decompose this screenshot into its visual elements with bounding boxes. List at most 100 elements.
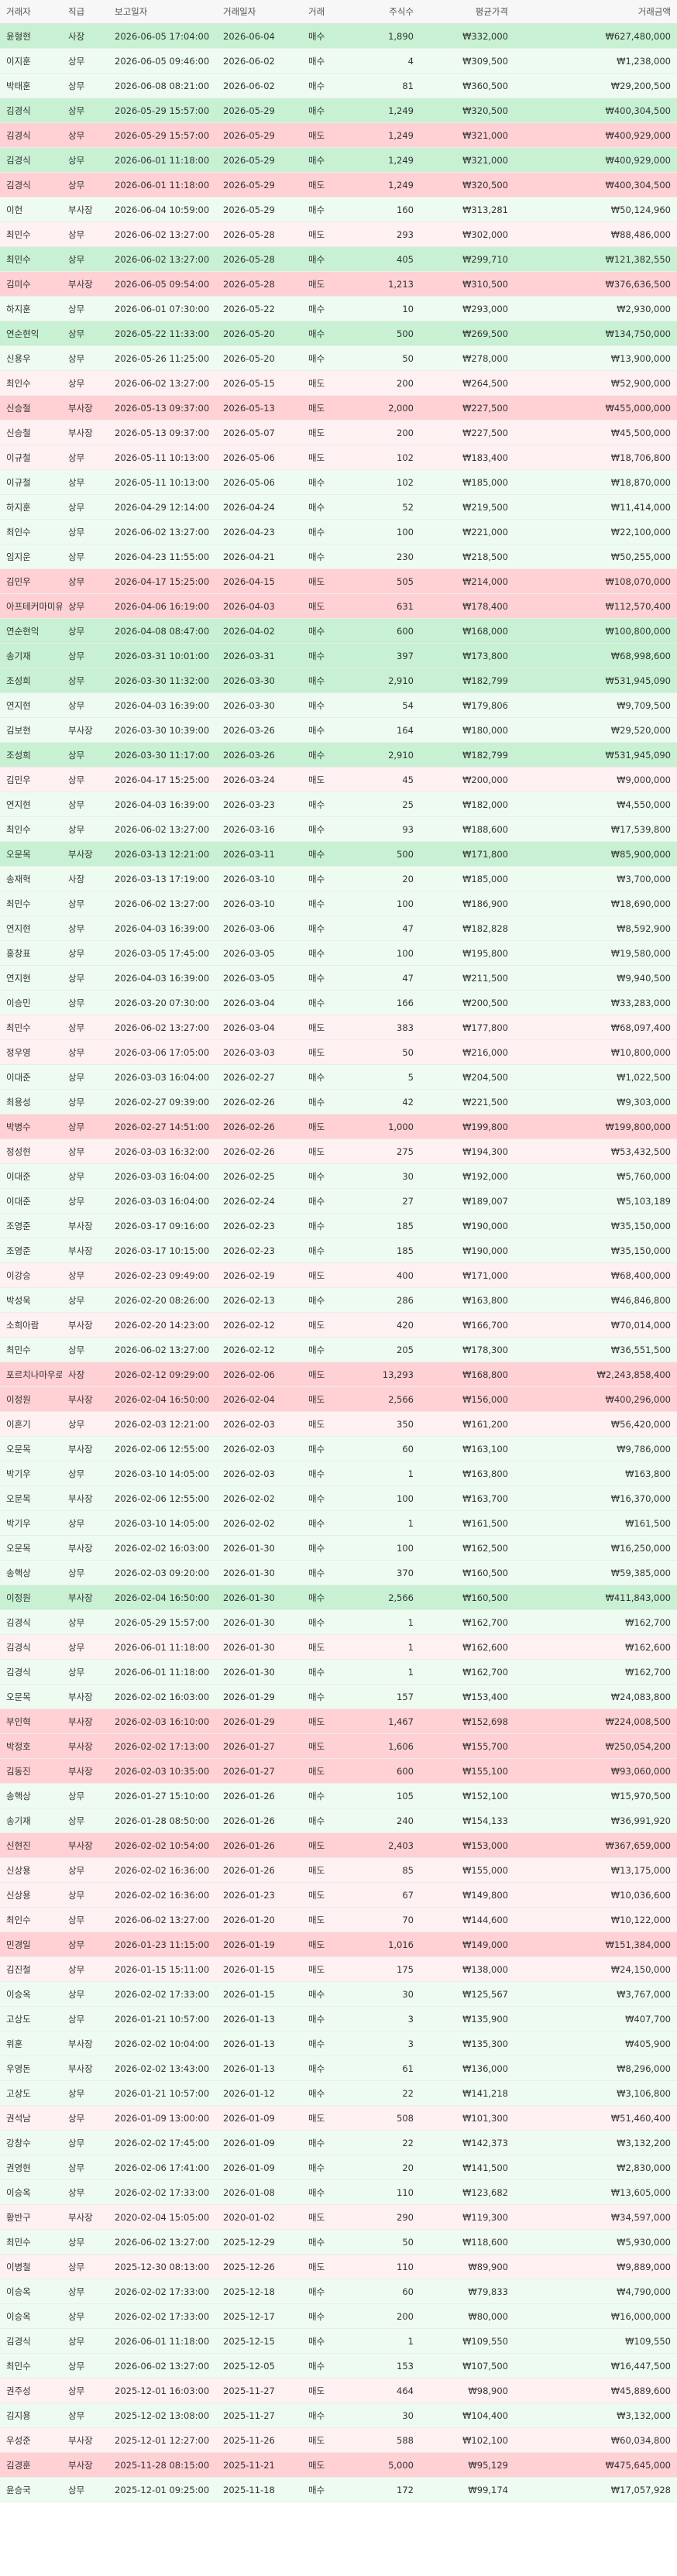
table-row[interactable]: 최인수 상무 2026-06-02 13:27:00 2026-04-23 매수 100 ₩…	[0, 519, 677, 544]
table-row[interactable]: 권주성 상무 2025-12-01 16:03:00 2025-11-27 매도 464 ₩…	[0, 2378, 677, 2403]
header-avg-price[interactable]: 평균가격	[420, 0, 514, 24]
table-row[interactable]: 이승옥 상무 2026-02-02 17:33:00 2026-01-15 매수 30 ₩1…	[0, 1981, 677, 2007]
table-row[interactable]: 김경식 상무 2026-05-29 15:57:00 2026-05-29 매도 1,24…	[0, 122, 677, 148]
table-row[interactable]: 정성현 상무 2026-03-03 16:32:00 2026-02-26 매도 275 ₩…	[0, 1139, 677, 1164]
table-row[interactable]: 신현진 부사장 2026-02-02 10:54:00 2026-01-26 매도 2,4…	[0, 1832, 677, 1858]
table-row[interactable]: 조영준 부사장 2026-03-17 09:16:00 2026-02-23 매수 185…	[0, 1213, 677, 1238]
table-row[interactable]: 위훈 부사장 2026-02-02 10:04:00 2026-01-13 매수 3 ₩13…	[0, 2031, 677, 2056]
table-row[interactable]: 박성욱 상무 2026-02-20 08:26:00 2026-02-13 매수 286 ₩…	[0, 1287, 677, 1313]
table-row[interactable]: 권석남 상무 2026-01-09 13:00:00 2026-01-09 매도 508 ₩…	[0, 2105, 677, 2131]
table-row[interactable]: 부인혁 부사장 2026-02-03 16:10:00 2026-01-29 매도 1,4…	[0, 1709, 677, 1734]
table-row[interactable]: 김보현 부사장 2026-03-30 10:39:00 2026-03-26 매수 164…	[0, 717, 677, 743]
table-row[interactable]: 고상도 상무 2026-01-21 10:57:00 2026-01-13 매수 3 ₩13…	[0, 2006, 677, 2032]
table-row[interactable]: 윤승국 상무 2025-12-01 09:25:00 2025-11-18 매수 172 ₩…	[0, 2477, 677, 2502]
table-row[interactable]: 최민수 상무 2026-06-02 13:27:00 2026-03-04 매도 383 ₩…	[0, 1015, 677, 1040]
table-row[interactable]: 이정원 부사장 2026-02-04 16:50:00 2026-02-04 매도 2,5…	[0, 1386, 677, 1412]
table-row[interactable]: 송핵상 상무 2026-02-03 09:20:00 2026-01-30 매수 370 ₩…	[0, 1560, 677, 1585]
table-row[interactable]: 소희아람 부사장 2026-02-20 14:23:00 2026-02-12 매도 42…	[0, 1312, 677, 1338]
table-row[interactable]: 최민수 상무 2026-06-02 13:27:00 2026-05-28 매수 405 ₩…	[0, 246, 677, 272]
header-amount[interactable]: 거래금액	[514, 0, 677, 24]
header-trade-date[interactable]: 거래일자	[217, 0, 302, 24]
table-row[interactable]: 신용우 상무 2026-05-26 11:25:00 2026-05-20 매수 50 ₩2…	[0, 345, 677, 371]
table-row[interactable]: 이헌 부사장 2026-06-04 10:59:00 2026-05-29 매수 160 ₩…	[0, 197, 677, 222]
table-row[interactable]: 연지현 상무 2026-04-03 16:39:00 2026-03-06 매수 47 ₩1…	[0, 915, 677, 941]
table-row[interactable]: 신상용 상무 2026-02-02 16:36:00 2026-01-23 매도 67 ₩1…	[0, 1882, 677, 1908]
table-row[interactable]: 김경식 상무 2026-06-01 11:18:00 2025-12-15 매수 1 ₩10…	[0, 2328, 677, 2354]
table-row[interactable]: 이대준 상무 2026-03-03 16:04:00 2026-02-27 매수 5 ₩20…	[0, 1064, 677, 1090]
table-row[interactable]: 오문목 부사장 2026-03-13 12:21:00 2026-03-11 매수 500…	[0, 841, 677, 867]
table-row[interactable]: 이정원 부사장 2026-02-04 16:50:00 2026-01-30 매수 2,5…	[0, 1585, 677, 1610]
table-row[interactable]: 오문목 부사장 2026-02-06 12:55:00 2026-02-03 매수 60 ₩…	[0, 1436, 677, 1461]
table-row[interactable]: 강창수 상무 2026-02-02 17:45:00 2026-01-09 매수 22 ₩1…	[0, 2130, 677, 2155]
table-row[interactable]: 황반구 부사장 2020-02-04 15:05:00 2020-01-02 매도 290…	[0, 2204, 677, 2230]
table-row[interactable]: 이승옥 상무 2026-02-02 17:33:00 2026-01-08 매수 110 ₩…	[0, 2179, 677, 2205]
table-row[interactable]: 신승철 부사장 2026-05-13 09:37:00 2026-05-07 매도 200…	[0, 420, 677, 445]
table-row[interactable]: 우영돈 부사장 2026-02-02 13:43:00 2026-01-13 매수 61 ₩…	[0, 2056, 677, 2081]
table-row[interactable]: 연순현익 상무 2026-05-22 11:33:00 2026-05-20 매수 500…	[0, 321, 677, 346]
table-row[interactable]: 이병철 상무 2025-12-30 08:13:00 2025-12-26 매도 110 ₩…	[0, 2254, 677, 2279]
header-trader[interactable]: 거래자	[0, 0, 62, 24]
table-row[interactable]: 송기재 상무 2026-03-31 10:01:00 2026-03-31 매수 397 ₩…	[0, 643, 677, 668]
table-row[interactable]: 김경식 상무 2026-06-01 11:18:00 2026-05-29 매수 1,24…	[0, 147, 677, 173]
table-row[interactable]: 오문목 부사장 2026-02-06 12:55:00 2026-02-02 매수 100…	[0, 1485, 677, 1511]
table-row[interactable]: 이강승 상무 2026-02-23 09:49:00 2026-02-19 매도 400 ₩…	[0, 1262, 677, 1288]
table-row[interactable]: 최민수 상무 2026-06-02 13:27:00 2026-05-28 매도 293 ₩…	[0, 222, 677, 247]
table-row[interactable]: 김경식 상무 2026-05-29 15:57:00 2026-05-29 매수 1,24…	[0, 98, 677, 123]
table-row[interactable]: 이대준 상무 2026-03-03 16:04:00 2026-02-24 매수 27 ₩1…	[0, 1188, 677, 1214]
table-row[interactable]: 최인수 상무 2026-06-02 13:27:00 2026-03-16 매수 93 ₩1…	[0, 816, 677, 842]
table-row[interactable]: 하지훈 상무 2026-04-29 12:14:00 2026-04-24 매수 52 ₩2…	[0, 494, 677, 520]
table-row[interactable]: 이규철 상무 2026-05-11 10:13:00 2026-05-06 매수 102 ₩…	[0, 469, 677, 495]
table-row[interactable]: 최용성 상무 2026-02-27 09:39:00 2026-02-26 매수 42 ₩2…	[0, 1089, 677, 1115]
table-row[interactable]: 민경일 상무 2026-01-23 11:15:00 2026-01-19 매도 1,01…	[0, 1932, 677, 1957]
table-row[interactable]: 포르치나마우로 사장 2026-02-12 09:29:00 2026-02-06 매도…	[0, 1362, 677, 1387]
table-row[interactable]: 송재혁 사장 2026-03-13 17:19:00 2026-03-10 매수 20 ₩1…	[0, 866, 677, 891]
table-row[interactable]: 이승옥 상무 2026-02-02 17:33:00 2025-12-18 매수 60 ₩7…	[0, 2279, 677, 2304]
table-row[interactable]: 이지훈 상무 2026-06-05 09:46:00 2026-06-02 매수 4 ₩30…	[0, 48, 677, 74]
table-row[interactable]: 이혼기 상무 2026-02-03 12:21:00 2026-02-03 매도 350 ₩…	[0, 1411, 677, 1437]
table-row[interactable]: 김경식 상무 2026-05-29 15:57:00 2026-01-30 매수 1 ₩16…	[0, 1609, 677, 1635]
table-row[interactable]: 홍창표 상무 2026-03-05 17:45:00 2026-03-05 매수 100 ₩…	[0, 940, 677, 966]
table-row[interactable]: 하지훈 상무 2026-06-01 07:30:00 2026-05-22 매수 10 ₩2…	[0, 296, 677, 321]
table-row[interactable]: 최민수 상무 2026-06-02 13:27:00 2026-02-12 매수 205 ₩…	[0, 1337, 677, 1362]
table-row[interactable]: 이규철 상무 2026-05-11 10:13:00 2026-05-06 매도 102 ₩…	[0, 445, 677, 470]
table-row[interactable]: 윤형현 사장 2026-06-05 17:04:00 2026-06-04 매수 1,89…	[0, 23, 677, 49]
header-report-date[interactable]: 보고일자	[108, 0, 217, 24]
table-row[interactable]: 조성희 상무 2026-03-30 11:32:00 2026-03-30 매수 2,91…	[0, 668, 677, 693]
table-row[interactable]: 박병수 상무 2026-02-27 14:51:00 2026-02-26 매도 1,00…	[0, 1114, 677, 1139]
table-row[interactable]: 김지용 상무 2025-12-02 13:08:00 2025-11-27 매수 30 ₩1…	[0, 2403, 677, 2428]
header-shares[interactable]: 주식수	[344, 0, 420, 24]
table-row[interactable]: 임지운 상무 2026-04-23 11:55:00 2026-04-21 매수 230 ₩…	[0, 544, 677, 569]
table-row[interactable]: 김미수 부사장 2026-06-05 09:54:00 2026-05-28 매도 1,2…	[0, 271, 677, 297]
table-row[interactable]: 연순현익 상무 2026-04-08 08:47:00 2026-04-02 매수 600…	[0, 618, 677, 644]
table-row[interactable]: 신승철 부사장 2026-05-13 09:37:00 2026-05-13 매도 2,0…	[0, 395, 677, 421]
table-row[interactable]: 김경식 상무 2026-06-01 11:18:00 2026-01-30 매도 1 ₩16…	[0, 1634, 677, 1660]
table-row[interactable]: 최민수 상무 2026-06-02 13:27:00 2025-12-29 매수 50 ₩1…	[0, 2229, 677, 2255]
table-row[interactable]: 김경식 상무 2026-06-01 11:18:00 2026-01-30 매수 1 ₩16…	[0, 1659, 677, 1685]
table-row[interactable]: 박태훈 상무 2026-06-08 08:21:00 2026-06-02 매수 81 ₩3…	[0, 73, 677, 98]
table-row[interactable]: 고상도 상무 2026-01-21 10:57:00 2026-01-12 매수 22 ₩1…	[0, 2080, 677, 2106]
table-row[interactable]: 박정호 부사장 2026-02-02 17:13:00 2026-01-27 매도 1,6…	[0, 1733, 677, 1759]
table-row[interactable]: 연지현 상무 2026-04-03 16:39:00 2026-03-05 매수 47 ₩2…	[0, 965, 677, 991]
table-row[interactable]: 이대준 상무 2026-03-03 16:04:00 2026-02-25 매수 30 ₩1…	[0, 1163, 677, 1189]
table-row[interactable]: 송기재 상무 2026-01-28 08:50:00 2026-01-26 매수 240 ₩…	[0, 1808, 677, 1833]
table-row[interactable]: 김진철 상무 2026-01-15 15:11:00 2026-01-15 매도 175 ₩…	[0, 1956, 677, 1982]
table-row[interactable]: 박기우 상무 2026-03-10 14:05:00 2026-02-02 매수 1 ₩16…	[0, 1510, 677, 1536]
table-row[interactable]: 최민수 상무 2026-06-02 13:27:00 2025-12-05 매수 153 ₩…	[0, 2353, 677, 2379]
table-row[interactable]: 아프테커마미유 상무 2026-04-06 16:19:00 2026-04-03 매도…	[0, 593, 677, 619]
table-row[interactable]: 이승민 상무 2026-03-20 07:30:00 2026-03-04 매수 166 ₩…	[0, 990, 677, 1015]
table-row[interactable]: 조영준 부사장 2026-03-17 10:15:00 2026-02-23 매수 185…	[0, 1238, 677, 1263]
table-row[interactable]: 김경식 상무 2026-06-01 11:18:00 2026-05-29 매도 1,24…	[0, 172, 677, 197]
table-row[interactable]: 최인수 상무 2026-06-02 13:27:00 2026-05-15 매도 200 ₩…	[0, 370, 677, 396]
table-row[interactable]: 김동진 부사장 2026-02-03 10:35:00 2026-01-27 매도 600…	[0, 1758, 677, 1784]
table-row[interactable]: 최민수 상무 2026-06-02 13:27:00 2026-03-10 매수 100 ₩…	[0, 891, 677, 916]
table-row[interactable]: 권영현 상무 2026-02-06 17:41:00 2026-01-09 매수 20 ₩1…	[0, 2155, 677, 2180]
header-position[interactable]: 직급	[62, 0, 108, 24]
table-row[interactable]: 김경훈 부사장 2025-11-28 08:15:00 2025-11-21 매도 5,0…	[0, 2452, 677, 2478]
table-row[interactable]: 송핵상 상무 2026-01-27 15:10:00 2026-01-26 매수 105 ₩…	[0, 1783, 677, 1808]
header-trade-type[interactable]: 거래	[302, 0, 344, 24]
table-row[interactable]: 조성희 상무 2026-03-30 11:17:00 2026-03-26 매수 2,91…	[0, 742, 677, 768]
table-row[interactable]: 김민우 상무 2026-04-17 15:25:00 2026-03-24 매도 45 ₩2…	[0, 767, 677, 792]
table-row[interactable]: 신상용 상무 2026-02-02 16:36:00 2026-01-26 매도 85 ₩1…	[0, 1857, 677, 1883]
table-row[interactable]: 우성준 부사장 2025-12-01 12:27:00 2025-11-26 매도 588…	[0, 2427, 677, 2453]
table-row[interactable]: 이승옥 상무 2026-02-02 17:33:00 2025-12-17 매수 200 ₩…	[0, 2303, 677, 2329]
